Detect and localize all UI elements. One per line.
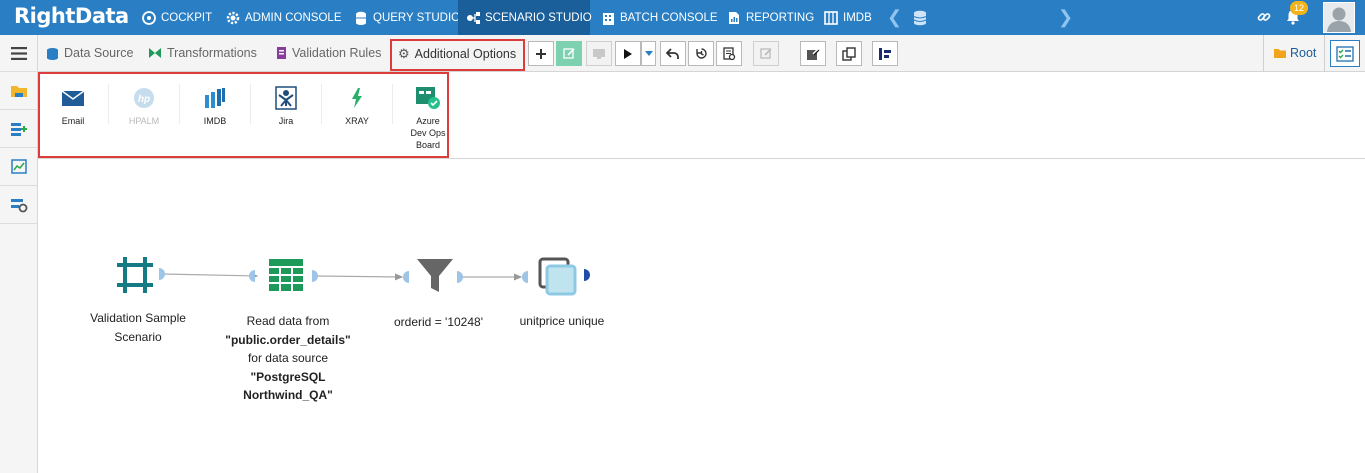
left-sidebar <box>0 35 38 473</box>
history-icon <box>695 48 707 59</box>
link-icon[interactable] <box>1257 10 1271 29</box>
validation-icon <box>277 47 286 59</box>
print-preview-icon <box>723 46 736 60</box>
node-unique-label: unitprice unique <box>519 314 605 328</box>
print-button[interactable] <box>716 41 742 66</box>
tab-data-source[interactable]: Data Source <box>46 46 133 60</box>
edit-button[interactable] <box>556 41 582 66</box>
tab-validation-rules-label: Validation Rules <box>292 46 382 60</box>
copy-button[interactable] <box>836 41 862 66</box>
nav-admin-console[interactable]: ADMIN CONSOLE <box>226 0 342 35</box>
align-icon <box>879 47 891 60</box>
monitor-icon <box>593 48 605 59</box>
nav-query-studio-label: QUERY STUDIO <box>373 11 461 24</box>
toolbar-divider <box>1324 35 1325 72</box>
nav-admin-console-label: ADMIN CONSOLE <box>245 11 342 24</box>
export-icon <box>807 46 820 60</box>
undo-button[interactable] <box>660 41 686 66</box>
bowtie-icon <box>149 48 161 58</box>
checklist-icon <box>1336 45 1354 62</box>
nav-query-studio[interactable]: QUERY STUDIO <box>354 0 460 35</box>
nav-imdb-label: IMDB <box>843 11 872 24</box>
open-folder-icon[interactable] <box>0 72 38 110</box>
highlight-additional-options <box>390 39 525 71</box>
app-logo[interactable]: RightData <box>14 4 129 28</box>
chevron-right-icon[interactable]: ❯ <box>1058 7 1073 28</box>
run-button[interactable] <box>615 41 641 66</box>
tab-transformations[interactable]: Transformations <box>148 46 257 60</box>
checklist-panel-button[interactable] <box>1330 40 1360 67</box>
nav-reporting[interactable]: REPORTING <box>727 0 814 35</box>
scenario-toolbar: Data Source Transformations Validation R… <box>38 35 1365 72</box>
node-filter-label: orderid = '10248' <box>394 315 483 329</box>
run-dropdown-button[interactable] <box>641 41 656 66</box>
imdb-icon <box>824 10 838 25</box>
nav-batch-console[interactable]: BATCH CONSOLE <box>601 0 718 35</box>
nav-cockpit[interactable]: COCKPIT <box>142 0 212 35</box>
cockpit-icon <box>142 10 156 25</box>
nav-cockpit-label: COCKPIT <box>161 11 213 24</box>
edit-disabled-button[interactable] <box>753 41 779 66</box>
add-scenario-icon[interactable] <box>0 110 38 148</box>
toolbar-divider <box>1263 35 1264 72</box>
nav-reporting-label: REPORTING <box>746 11 815 24</box>
node-read-data-label: Read data from "public.order_details" fo… <box>225 314 351 402</box>
nav-batch-console-label: BATCH CONSOLE <box>620 11 718 24</box>
scenario-node-icon[interactable] <box>116 256 154 299</box>
tab-data-source-label: Data Source <box>64 46 134 60</box>
edit-icon <box>562 48 575 59</box>
top-navigation-bar: RightData COCKPIT ADMIN CONSOLE QUERY ST… <box>0 0 1365 35</box>
copy-icon <box>842 46 856 61</box>
edit-icon <box>759 48 772 59</box>
history-button[interactable] <box>688 41 714 66</box>
scenario-icon <box>466 11 480 25</box>
monitor-button[interactable] <box>586 41 612 66</box>
node-validation-sample-label: Validation Sample Scenario <box>90 311 186 344</box>
plus-icon <box>536 48 546 59</box>
scenario-canvas: Validation Sample Scenario Read data fro… <box>38 159 1365 473</box>
nav-scenario-studio[interactable]: SCENARIO STUDIO <box>458 0 592 35</box>
caret-down-icon <box>644 50 653 56</box>
chevron-left-icon[interactable]: ❮ <box>887 7 902 28</box>
align-button[interactable] <box>872 41 898 66</box>
database-icon <box>354 11 368 25</box>
tab-transformations-label: Transformations <box>167 46 257 60</box>
root-folder-button[interactable]: Root <box>1274 46 1316 60</box>
table-node-icon[interactable] <box>268 258 304 297</box>
filter-funnel-icon[interactable] <box>416 258 454 299</box>
report-icon <box>727 11 741 25</box>
nav-imdb[interactable]: IMDB <box>824 0 872 35</box>
database-stack-icon[interactable] <box>913 10 927 31</box>
database-icon <box>47 47 58 60</box>
gear-icon <box>226 11 240 25</box>
tab-validation-rules[interactable]: Validation Rules <box>276 46 381 60</box>
folder-icon <box>1274 49 1286 58</box>
scenario-settings-icon[interactable] <box>0 186 38 224</box>
export-button[interactable] <box>800 41 826 66</box>
add-button[interactable] <box>528 41 554 66</box>
play-icon <box>624 48 632 59</box>
root-label: Root <box>1290 46 1317 60</box>
nav-scenario-studio-label: SCENARIO STUDIO <box>485 11 592 24</box>
chart-report-icon[interactable] <box>0 148 38 186</box>
avatar[interactable] <box>1323 2 1355 33</box>
hamburger-menu-icon[interactable] <box>0 35 38 72</box>
highlight-options-panel <box>38 72 449 158</box>
unique-node-icon[interactable] <box>538 257 578 302</box>
building-icon <box>601 11 615 25</box>
notification-count-badge: 12 <box>1290 1 1308 15</box>
undo-icon <box>666 47 679 59</box>
